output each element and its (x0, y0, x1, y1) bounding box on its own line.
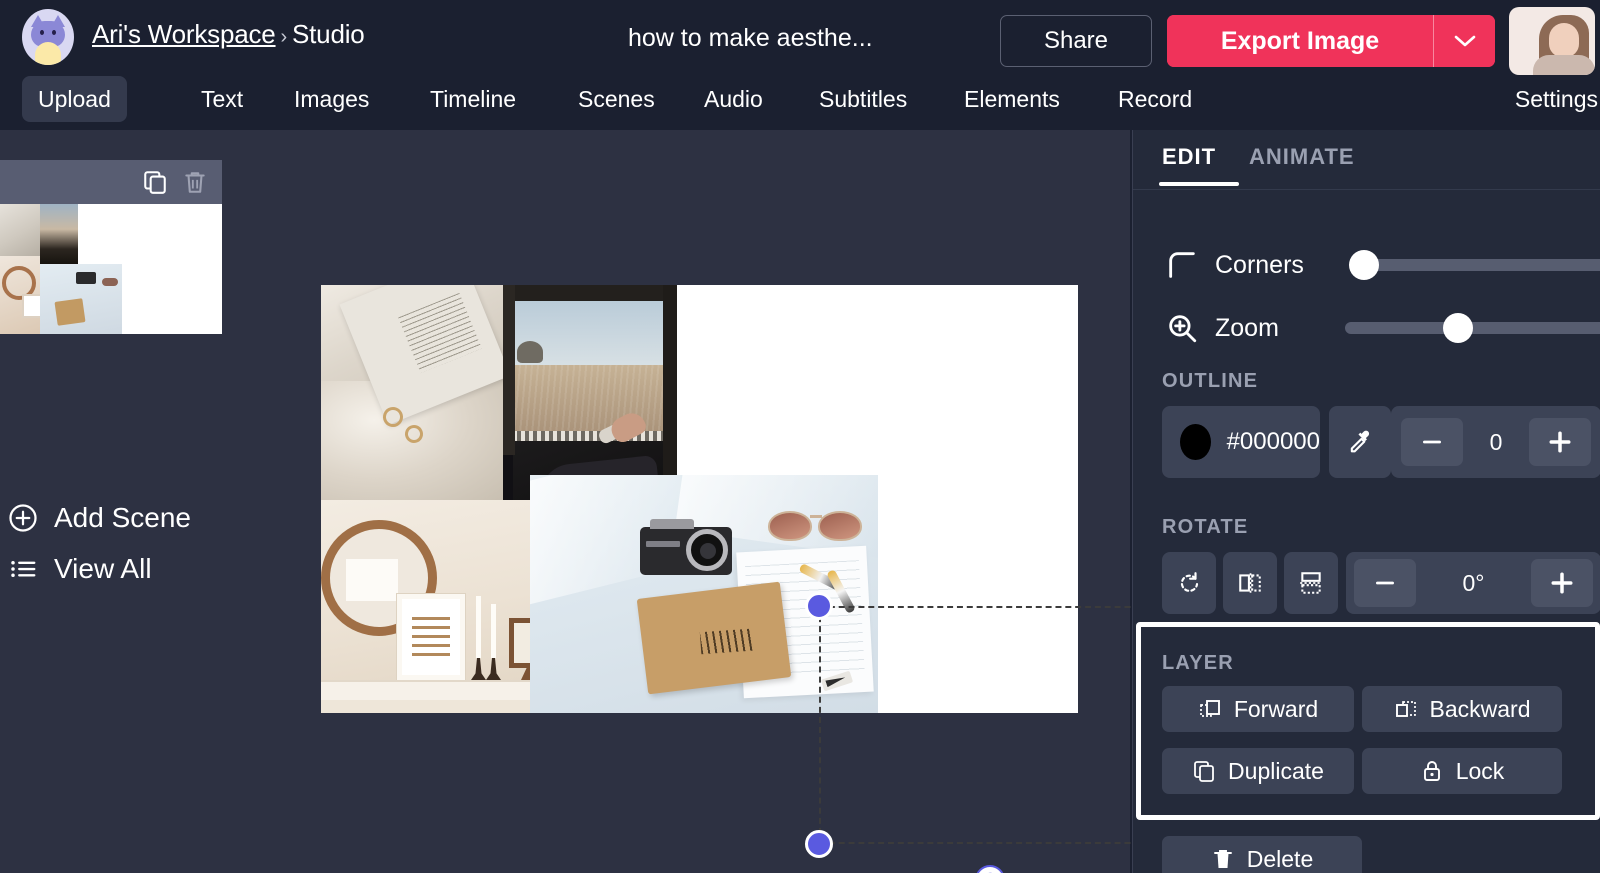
layer-duplicate-button[interactable]: Duplicate (1162, 748, 1354, 794)
plus-icon[interactable] (1528, 418, 1591, 466)
corners-row: Corners (1133, 240, 1600, 290)
corners-slider-track[interactable] (1361, 259, 1600, 271)
corners-label: Corners (1215, 250, 1304, 279)
layer-duplicate-label: Duplicate (1228, 757, 1324, 784)
user-avatar-photo[interactable] (1509, 7, 1595, 75)
outline-thickness-value: 0 (1489, 428, 1503, 455)
color-dot-icon (1180, 424, 1211, 460)
layer-section-label: LAYER (1162, 652, 1234, 674)
bring-forward-icon (1198, 697, 1222, 721)
selection-handle-top-left[interactable] (805, 592, 833, 620)
rotate-cw-icon[interactable] (1162, 552, 1216, 614)
layer-forward-button[interactable]: Forward (1162, 686, 1354, 732)
magnifier-plus-icon (1165, 311, 1199, 345)
canvas-image-magazine[interactable] (321, 285, 503, 500)
duplicate-icon (1192, 759, 1216, 783)
rotate-angle-stepper[interactable]: 0° (1346, 552, 1600, 614)
layer-lock-button[interactable]: Lock (1362, 748, 1562, 794)
tab-upload[interactable]: Upload (22, 76, 127, 122)
document-title[interactable]: how to make aesthe... (628, 24, 873, 53)
outline-section-label: OUTLINE (1162, 370, 1259, 392)
panel-tab-bar: EDIT ANIMATE (1133, 130, 1600, 190)
app-header: Ari's Workspace › Studio how to make aesth… (0, 0, 1600, 76)
view-all-button[interactable]: View All (8, 553, 152, 585)
breadcrumb-workspace[interactable]: Ari's Workspace (92, 19, 276, 49)
corners-slider-thumb[interactable] (1349, 250, 1379, 280)
rotate-icon[interactable] (975, 865, 1005, 873)
tab-images[interactable]: Images (278, 76, 385, 122)
layer-lock-label: Lock (1455, 757, 1505, 784)
zoom-slider-thumb[interactable] (1443, 313, 1473, 343)
flip-horizontal-icon[interactable] (1223, 552, 1277, 614)
canvas-artboard[interactable] (321, 285, 1078, 713)
delete-label: Delete (1246, 845, 1314, 872)
layer-backward-button[interactable]: Backward (1362, 686, 1562, 732)
send-backward-icon (1394, 697, 1418, 721)
breadcrumb: Ari's Workspace › Studio (92, 19, 365, 50)
copy-icon[interactable] (142, 169, 168, 195)
lock-icon (1420, 759, 1444, 783)
outline-color-swatch[interactable]: #000000 (1162, 406, 1320, 478)
share-button[interactable]: Share (1000, 15, 1152, 67)
add-scene-label: Add Scene (54, 502, 191, 533)
rotate-section-label: ROTATE (1162, 516, 1249, 538)
outline-thickness-stepper[interactable]: 0 (1391, 406, 1600, 478)
flip-vertical-icon[interactable] (1284, 552, 1338, 614)
list-icon (8, 554, 38, 584)
scene-thumbnail[interactable] (0, 204, 222, 334)
trash-icon[interactable] (182, 169, 208, 195)
tab-audio[interactable]: Audio (688, 76, 779, 122)
delete-button[interactable]: Delete (1162, 836, 1362, 873)
eyedropper-icon[interactable] (1329, 406, 1391, 478)
studio-editor-app: Ari's Workspace › Studio how to make aesth… (0, 0, 1600, 873)
scenes-sidebar: Add Scene View All (0, 130, 290, 873)
tab-record[interactable]: Record (1102, 76, 1208, 122)
outline-color-hex: #000000 (1226, 428, 1320, 455)
scene-toolbar (0, 160, 222, 204)
add-scene-button[interactable]: Add Scene (8, 502, 191, 534)
tab-elements[interactable]: Elements (948, 76, 1076, 122)
layer-forward-label: Forward (1233, 695, 1319, 722)
settings-link[interactable]: Settings (1515, 76, 1598, 122)
tab-scenes[interactable]: Scenes (562, 76, 671, 122)
view-all-label: View All (54, 553, 152, 584)
trash-icon (1211, 847, 1235, 871)
breadcrumb-separator: › (280, 26, 288, 48)
chevron-down-icon[interactable] (1433, 15, 1495, 67)
zoom-label: Zoom (1215, 313, 1279, 342)
breadcrumb-current[interactable]: Studio (292, 19, 365, 49)
layer-backward-label: Backward (1429, 695, 1531, 722)
minus-icon[interactable] (1401, 418, 1463, 466)
export-group: Export Image (1167, 15, 1495, 67)
tab-subtitles[interactable]: Subtitles (803, 76, 923, 122)
cat-avatar-icon[interactable] (22, 9, 74, 65)
scene-card[interactable] (0, 160, 222, 334)
plus-icon[interactable] (1531, 559, 1593, 607)
tab-text[interactable]: Text (185, 76, 259, 122)
canvas-area[interactable] (290, 130, 1174, 873)
canvas-image-mantel[interactable] (321, 500, 557, 713)
tab-edit[interactable]: EDIT (1158, 144, 1240, 186)
main-tab-bar: Upload Text Images Timeline Scenes Audio… (0, 76, 1600, 130)
selection-handle-bottom-left[interactable] (805, 830, 833, 858)
plus-circle-icon (8, 503, 38, 533)
zoom-row: Zoom (1133, 303, 1600, 353)
tab-timeline[interactable]: Timeline (414, 76, 532, 122)
export-image-button[interactable]: Export Image (1167, 15, 1433, 67)
corner-radius-icon (1165, 248, 1199, 282)
minus-icon[interactable] (1354, 559, 1416, 607)
rotate-angle-value: 0° (1462, 569, 1485, 596)
tab-animate[interactable]: ANIMATE (1249, 144, 1355, 170)
properties-panel: EDIT ANIMATE Corners Zoom OUTLINE #00000… (1132, 130, 1600, 873)
